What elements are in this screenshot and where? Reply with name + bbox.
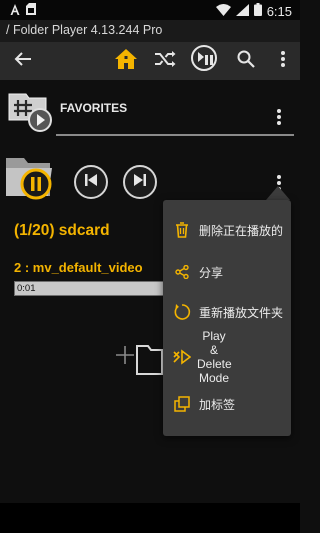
progress-bar[interactable]: 0:01 (14, 281, 166, 296)
restart-icon (173, 303, 191, 321)
overflow-menu-icon (280, 50, 286, 73)
search-button[interactable] (233, 48, 259, 74)
status-bar: 6:15 (0, 0, 300, 20)
app-title: / Folder Player 4.13.244 Pro (6, 23, 163, 37)
app-title-bar: / Folder Player 4.13.244 Pro (0, 20, 300, 42)
previous-button[interactable] (74, 165, 108, 199)
home-button[interactable] (113, 48, 139, 74)
folder-icon (4, 152, 60, 209)
navigation-bar (0, 503, 300, 533)
shuffle-icon (154, 50, 176, 73)
skip-next-icon (133, 173, 147, 192)
search-icon (237, 50, 255, 73)
menu-item-label: 删除正在播放的 (199, 223, 284, 238)
menu-item-label: 分享 (199, 265, 224, 280)
elapsed-time: 0:01 (17, 283, 36, 294)
folder-title[interactable]: (1/20) sdcard (14, 222, 110, 240)
menu-item-label: Play & Delete Mode (197, 329, 232, 385)
favorites-label: FAVORITES (60, 101, 128, 115)
play-mode-button[interactable] (190, 44, 218, 77)
back-arrow-icon (14, 51, 32, 72)
status-time: 6:15 (266, 3, 292, 19)
menu-item-label: 重新播放文件夹 (199, 305, 284, 320)
favorites-menu-icon[interactable] (276, 108, 282, 131)
favorites-divider (56, 134, 294, 136)
overflow-menu-button[interactable] (270, 48, 296, 74)
track-title[interactable]: 2 : mv_default_video (14, 260, 143, 275)
play-delete-icon (173, 348, 191, 366)
back-button[interactable] (10, 48, 36, 74)
battery-icon (253, 3, 262, 19)
app-screen: 6:15 / Folder Player 4.13.244 Pro FAVORI… (0, 0, 300, 533)
favorites-icon (6, 90, 56, 139)
sim-card-icon (26, 3, 36, 18)
toolbar (0, 42, 300, 80)
next-button[interactable] (123, 165, 157, 199)
menu-item-label: 加标签 (199, 397, 236, 412)
play-pause-mode-icon (190, 44, 218, 77)
add-bookmark-icon (173, 395, 191, 413)
signal-icon (235, 3, 249, 19)
shuffle-button[interactable] (152, 48, 178, 74)
text-a-icon (10, 3, 20, 18)
trash-icon (173, 221, 191, 239)
wifi-icon (215, 3, 231, 19)
popup-pointer (266, 186, 290, 200)
popup-menu: 删除正在播放的 分享 重新播放文件夹 Play & Delete Mode 加标… (163, 200, 291, 436)
home-icon (114, 48, 138, 75)
skip-previous-icon (84, 173, 98, 192)
share-icon (173, 263, 191, 281)
favorites-row[interactable]: FAVORITES (0, 84, 300, 136)
